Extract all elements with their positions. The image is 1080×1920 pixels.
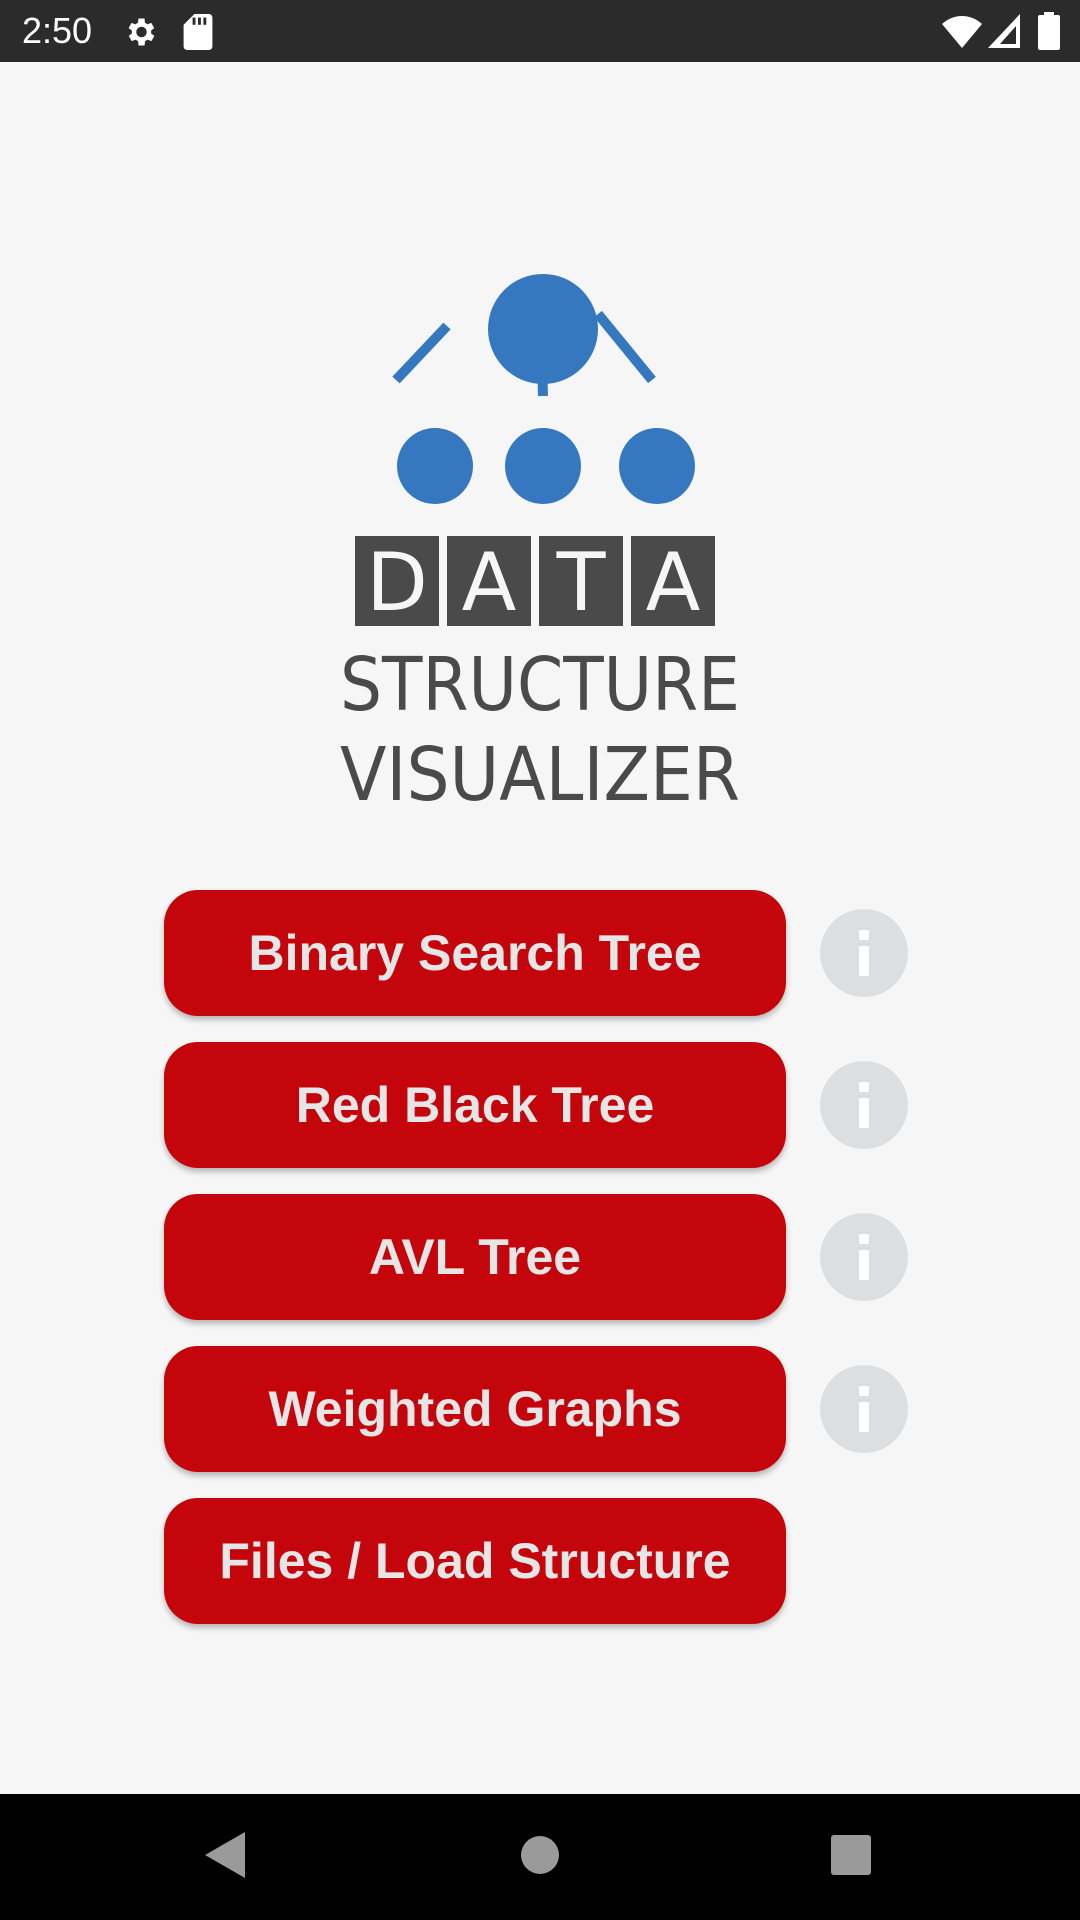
logo-letter: T <box>556 536 607 629</box>
logo-visualizer-text: VISUALIZER <box>340 732 740 810</box>
info-icon <box>859 1082 869 1128</box>
left-node <box>397 428 473 504</box>
middle-node <box>505 428 581 504</box>
signal-icon <box>988 14 1020 48</box>
wifi-icon <box>942 16 982 48</box>
weighted-graphs-button[interactable]: Weighted Graphs <box>164 1346 786 1472</box>
sd-card-icon <box>183 14 213 50</box>
binary-search-tree-button[interactable]: Binary Search Tree <box>164 890 786 1016</box>
avl-tree-button[interactable]: AVL Tree <box>164 1194 786 1320</box>
logo-letter: D <box>366 536 428 629</box>
info-icon <box>859 1386 869 1432</box>
right-node <box>619 428 695 504</box>
root-node <box>488 274 598 384</box>
back-icon[interactable] <box>205 1832 245 1878</box>
home-icon[interactable] <box>520 1835 560 1875</box>
red-black-tree-button[interactable]: Red Black Tree <box>164 1042 786 1168</box>
logo-data-word: D A T A <box>355 536 715 629</box>
info-icon <box>859 1234 869 1280</box>
navigation-bar <box>0 1794 1080 1920</box>
tree-graphic <box>392 274 695 504</box>
avl-tree-info-button[interactable] <box>820 1213 908 1301</box>
recents-icon[interactable] <box>831 1835 871 1875</box>
logo-structure-text: STRUCTURE <box>340 642 740 728</box>
settings-icon <box>128 18 155 46</box>
binary-search-tree-info-button[interactable] <box>820 909 908 997</box>
battery-icon <box>1038 12 1060 50</box>
red-black-tree-info-button[interactable] <box>820 1061 908 1149</box>
app-logo: D A T A STRUCTURE VISUALIZER <box>340 274 740 810</box>
status-time: 2:50 <box>22 10 93 51</box>
info-icon <box>859 930 869 976</box>
status-bar: 2:50 <box>0 0 1080 62</box>
files-load-structure-button[interactable]: Files / Load Structure <box>164 1498 786 1624</box>
weighted-graphs-info-button[interactable] <box>820 1365 908 1453</box>
logo-letter: A <box>462 536 517 629</box>
logo-letter: A <box>646 536 701 629</box>
